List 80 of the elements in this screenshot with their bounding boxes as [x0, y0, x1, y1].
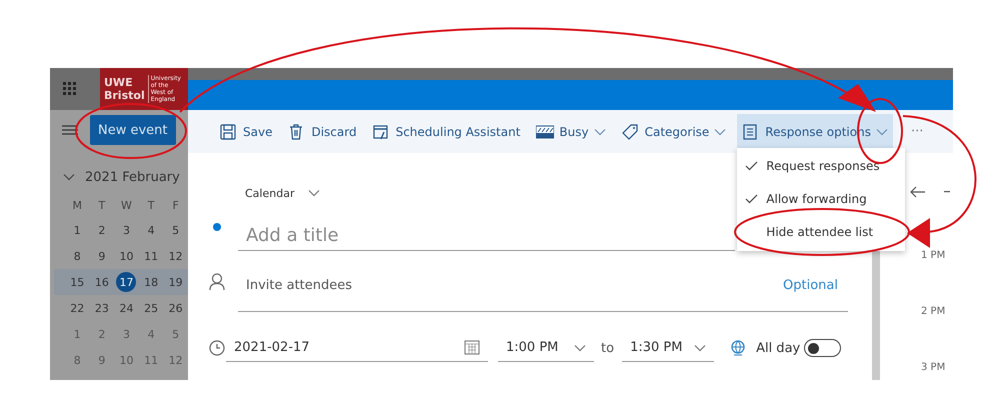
dash-icon	[944, 191, 950, 193]
calendar-day[interactable]: 2	[92, 324, 112, 344]
calendar-day[interactable]: 9	[92, 350, 112, 370]
calendar-day[interactable]: 18	[141, 272, 162, 292]
chevron-icon[interactable]	[63, 173, 75, 181]
chevron-icon	[876, 128, 888, 136]
toolbar-button[interactable]: Discard	[283, 114, 362, 150]
weekday-label: W	[120, 198, 133, 214]
attendees-field[interactable]: Invite attendees Optional	[238, 268, 848, 312]
save-icon	[220, 124, 238, 140]
calendar-day[interactable]: 17	[116, 272, 136, 292]
logo-text: Bristol	[104, 89, 145, 102]
weekday-label: M	[72, 198, 84, 214]
color-dot-icon	[213, 223, 221, 231]
chevron-icon	[694, 344, 706, 352]
new-event-button[interactable]: New event	[90, 115, 176, 145]
calendar-day[interactable]: 15	[67, 272, 88, 292]
calendar-day[interactable]: 11	[141, 246, 162, 266]
calendar-day[interactable]: 5	[166, 324, 186, 344]
dropdown-button[interactable]: Busy	[531, 114, 611, 150]
chevron-icon	[714, 128, 726, 136]
calendar-day[interactable]: 23	[92, 298, 112, 318]
calendar-day[interactable]: 10	[116, 246, 136, 266]
all-day-toggle[interactable]	[804, 339, 842, 357]
calendar-day[interactable]: 16	[92, 272, 112, 292]
calendar-day[interactable]: 3	[116, 220, 136, 240]
time-label: 1 PM	[921, 250, 946, 263]
clock-icon	[209, 340, 225, 356]
chevron-icon	[574, 344, 586, 352]
time-label: 3 PM	[921, 362, 946, 375]
calendar-day[interactable]: 12	[166, 350, 186, 370]
chevron-icon	[308, 189, 320, 197]
toolbar-button[interactable]: Scheduling Assistant	[368, 114, 526, 150]
calendar-day[interactable]: 19	[166, 272, 186, 292]
globe-icon	[730, 340, 746, 356]
weekday-label: T	[98, 198, 106, 214]
calendar-day[interactable]: 22	[67, 298, 88, 318]
toolbar-button[interactable]: Save	[215, 114, 278, 150]
chevron-icon	[594, 128, 606, 136]
calendar-day[interactable]: 24	[116, 298, 136, 318]
calendar-day[interactable]: 1	[67, 220, 88, 240]
calendar-day[interactable]: 8	[67, 246, 88, 266]
calendar-day[interactable]: 4	[141, 324, 162, 344]
calendar-day[interactable]: 1	[67, 324, 88, 344]
time-label: 2 PM	[921, 306, 946, 319]
optional-link[interactable]: Optional	[783, 278, 838, 293]
app-launcher-icon	[63, 82, 77, 96]
calendar-picker[interactable]: Calendar	[245, 186, 294, 200]
weekday-label: T	[146, 198, 156, 214]
end-time-dropdown[interactable]: 1:30 PM	[622, 334, 714, 362]
calendar-day[interactable]: 10	[116, 350, 136, 370]
title-field[interactable]: Add a title	[238, 221, 735, 251]
all-day-label: All day	[756, 340, 800, 356]
logo-text: UWE	[104, 76, 134, 89]
calendar-day[interactable]: 11	[141, 350, 162, 370]
dropdown-button[interactable]: Categorise	[616, 114, 732, 150]
calendar-day[interactable]: 5	[166, 220, 186, 240]
calendar-day[interactable]: 3	[116, 324, 136, 344]
calendar-day[interactable]: 12	[166, 246, 186, 266]
weekday-label: F	[172, 198, 180, 214]
date-field[interactable]: 2021-02-17	[226, 334, 488, 362]
status-icon	[536, 124, 554, 140]
calendar-day[interactable]: 25	[141, 298, 162, 318]
calendar-day[interactable]: 26	[166, 298, 186, 318]
calendar-day[interactable]: 8	[67, 350, 88, 370]
calendar-day[interactable]: 9	[92, 246, 112, 266]
calendar-day[interactable]: 2	[92, 220, 112, 240]
menu-item[interactable]: Hide attendee list	[737, 216, 906, 248]
tag-icon	[622, 124, 640, 140]
calendar-day[interactable]: 4	[141, 220, 162, 240]
start-time-dropdown[interactable]: 1:00 PM	[498, 334, 594, 362]
menu-item[interactable]: Request responses	[737, 150, 906, 182]
more-button[interactable]: ···	[904, 123, 930, 140]
person-icon	[209, 272, 225, 290]
calendar-icon	[464, 340, 480, 355]
back-arrow-icon	[910, 186, 926, 198]
month-title: 2021 February	[85, 170, 180, 184]
menu-item[interactable]: Allow forwarding	[737, 182, 906, 216]
to-label: to	[601, 340, 614, 356]
menu-icon	[62, 124, 78, 136]
